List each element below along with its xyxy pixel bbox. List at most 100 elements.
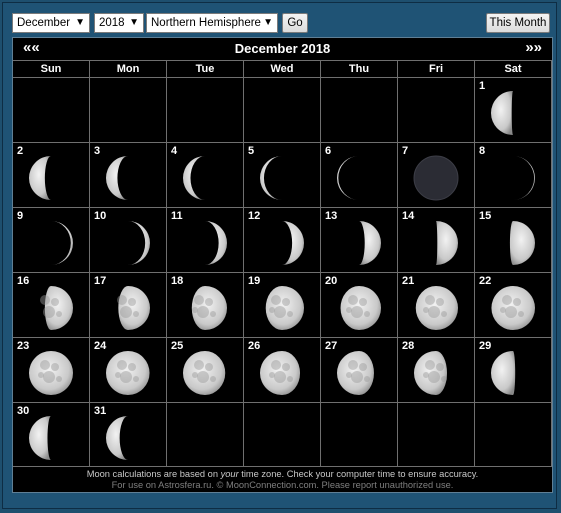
moon-phase (105, 155, 151, 206)
day-cell: 9 (13, 207, 90, 272)
day-cell: 3 (90, 142, 167, 207)
moon-phase-icon (29, 351, 73, 395)
day-cell: 10 (90, 207, 167, 272)
moon-phase-icon (191, 286, 227, 330)
day-number: 4 (171, 145, 178, 157)
day-cell: 4 (167, 142, 244, 207)
moon-phase-icon (128, 221, 150, 265)
chevron-down-icon: ▼ (129, 17, 139, 28)
moon-phase (28, 350, 74, 401)
moon-phase (413, 285, 459, 336)
moon-phase (28, 285, 74, 336)
moon-phase (182, 155, 228, 206)
weekday-label: Fri (398, 60, 475, 77)
day-number: 5 (248, 145, 255, 157)
weekday-label: Thu (321, 60, 398, 77)
hemisphere-select[interactable]: Northern Hemisphere ▼ (146, 13, 278, 33)
moon-phase-icon (491, 286, 535, 330)
day-cell: 7 (398, 142, 475, 207)
moon-phase-icon (106, 351, 150, 395)
day-cell (398, 402, 475, 467)
day-cell: 30 (13, 402, 90, 467)
day-cell: 28 (398, 337, 475, 402)
moon-phase-icon (337, 156, 359, 200)
moon-phase (413, 350, 459, 401)
day-cell (90, 77, 167, 142)
day-cell (167, 402, 244, 467)
moon-phase-icon (359, 221, 381, 265)
moon-phase-icon (205, 221, 227, 265)
day-number: 2 (17, 145, 24, 157)
day-cell: 11 (167, 207, 244, 272)
day-cell (13, 77, 90, 142)
day-cell (475, 402, 552, 467)
moon-phase-icon (414, 351, 447, 395)
moon-phase-icon (491, 91, 513, 135)
weekday-label: Wed (244, 60, 321, 77)
day-cell: 31 (90, 402, 167, 467)
moon-phase-icon (436, 221, 458, 265)
moon-phase-icon (106, 416, 128, 460)
moon-phase (336, 350, 382, 401)
moon-phase (105, 415, 151, 466)
moon-phase (28, 415, 74, 466)
day-number: 1 (479, 80, 486, 92)
copyright-note: For use on Astrosfera.ru. © MoonConnecti… (111, 480, 454, 490)
calendar-title: December 2018 (234, 41, 331, 56)
moon-phase-icon (260, 156, 282, 200)
calendar-grid: «« December 2018 »» Sun Mon Tue Wed Thu Fri Sa… (12, 37, 553, 493)
moon-phase (490, 155, 536, 206)
moon-phase (336, 285, 382, 336)
day-cell: 1 (475, 77, 552, 142)
moon-phase-icon (183, 156, 205, 200)
weekday-label: Sat (475, 60, 552, 77)
moon-phase-icon (106, 156, 128, 200)
this-month-button[interactable]: This Month (486, 13, 550, 33)
timezone-note: Moon calculations are based on your time… (86, 469, 479, 479)
chevron-down-icon: ▼ (75, 17, 85, 28)
moon-phase-icon (29, 416, 51, 460)
day-cell: 14 (398, 207, 475, 272)
day-cell (244, 402, 321, 467)
moon-phase (105, 285, 151, 336)
day-cell (321, 402, 398, 467)
day-number: 7 (402, 145, 409, 157)
day-cell: 12 (244, 207, 321, 272)
moon-phase (105, 350, 151, 401)
day-cell: 2 (13, 142, 90, 207)
moon-phase-icon (51, 221, 73, 265)
next-month-link[interactable]: »» (525, 39, 542, 56)
moon-phase-icon (282, 221, 304, 265)
moon-phase (336, 155, 382, 206)
day-cell: 15 (475, 207, 552, 272)
month-select[interactable]: December ▼ (12, 13, 90, 33)
weekday-label: Sun (13, 60, 90, 77)
hemisphere-select-value: Northern Hemisphere (151, 17, 261, 29)
moon-phase (413, 155, 459, 206)
day-cell: 21 (398, 272, 475, 337)
moon-phase (490, 350, 536, 401)
moon-phase (336, 220, 382, 271)
moon-phase (28, 155, 74, 206)
go-button[interactable]: Go (282, 13, 308, 33)
moon-phase-icon (513, 156, 535, 200)
moon-phase (182, 220, 228, 271)
day-cell: 20 (321, 272, 398, 337)
day-number: 11 (171, 210, 183, 222)
day-cell (244, 77, 321, 142)
moon-calendar-widget: December ▼ 2018 ▼ Northern Hemisphere ▼ … (2, 2, 557, 509)
moon-phase-icon (265, 286, 304, 330)
day-cell: 25 (167, 337, 244, 402)
year-select[interactable]: 2018 ▼ (94, 13, 144, 33)
day-cell: 6 (321, 142, 398, 207)
day-cell (321, 77, 398, 142)
moon-phase-icon (337, 351, 374, 395)
moon-phase-icon (509, 221, 535, 265)
moon-phase-icon (183, 351, 226, 395)
moon-phase (490, 220, 536, 271)
moon-phase (413, 220, 459, 271)
moon-phase-icon (491, 351, 516, 395)
day-cell: 22 (475, 272, 552, 337)
day-cell: 24 (90, 337, 167, 402)
moon-phase-icon (415, 286, 458, 330)
